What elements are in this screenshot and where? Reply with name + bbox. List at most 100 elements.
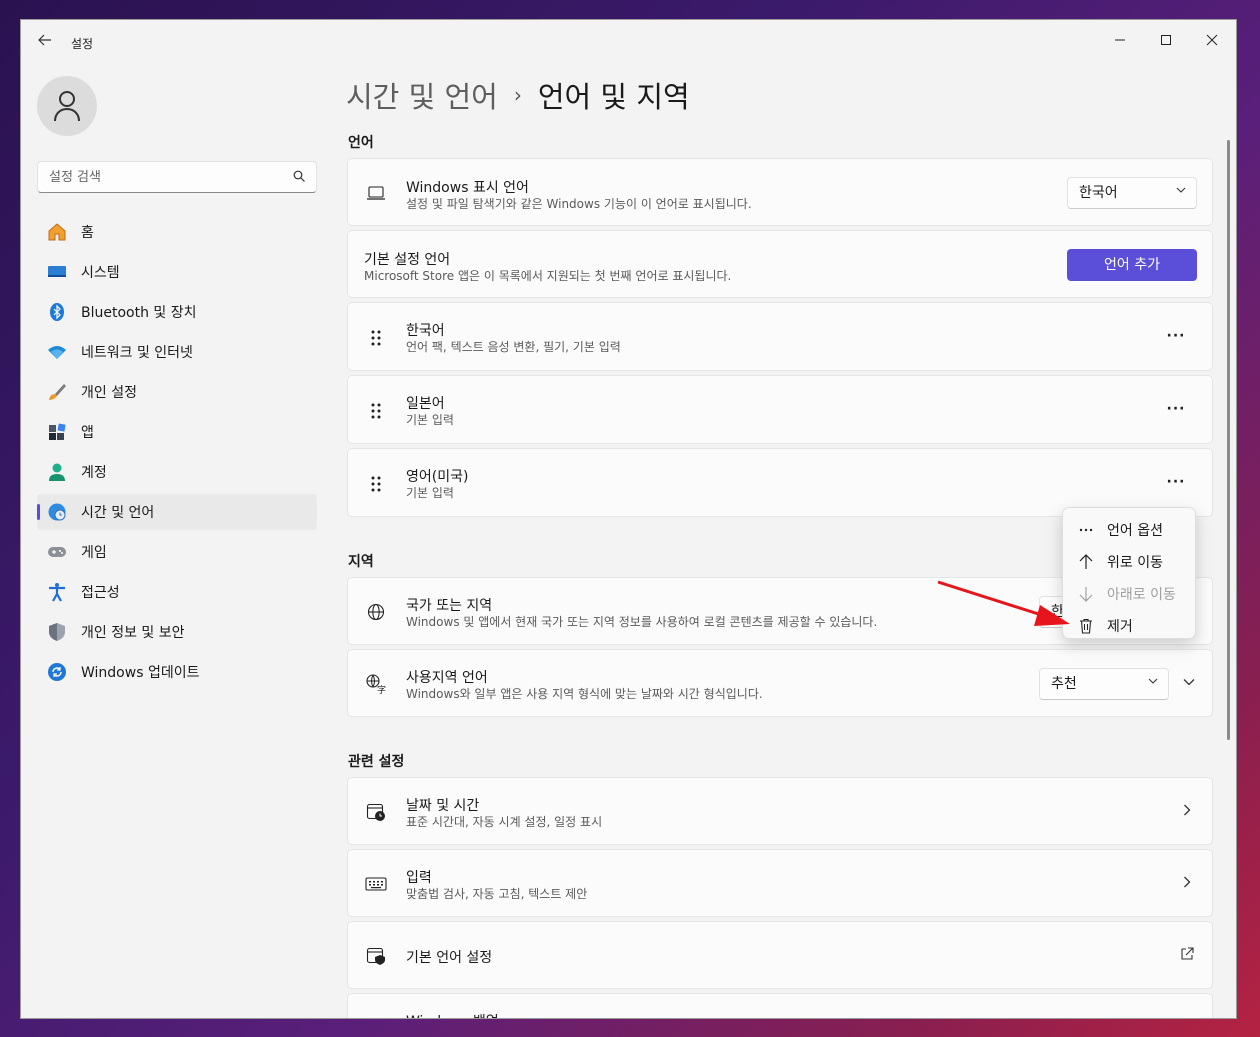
sidebar-item-privacy[interactable]: 개인 정보 및 보안 — [37, 614, 317, 650]
section-title-related: 관련 설정 — [348, 754, 405, 770]
drag-handle-icon[interactable] — [368, 474, 384, 494]
calendar-clock-icon — [365, 801, 387, 823]
chevron-right-icon — [1180, 802, 1194, 821]
more-options-button[interactable]: ··· — [1160, 321, 1192, 353]
search-input[interactable] — [38, 162, 288, 192]
menu-item-label: 위로 이동 — [1107, 555, 1163, 571]
breadcrumb-separator: › — [513, 83, 522, 107]
maximize-button[interactable] — [1146, 26, 1186, 56]
card-title: 국가 또는 지역 — [406, 598, 493, 614]
card-subtitle: 설정 및 파일 탐색기와 같은 Windows 기능이 이 언어로 표시됩니다. — [406, 197, 752, 211]
card-title: Windows 표시 언어 — [406, 180, 529, 196]
keyboard-icon — [365, 873, 387, 895]
language-item-japanese: 일본어 기본 입력 ··· — [347, 375, 1213, 444]
more-options-button[interactable]: ··· — [1160, 394, 1192, 426]
menu-item-remove[interactable]: 제거 — [1063, 610, 1195, 642]
more-icon — [1077, 521, 1095, 539]
sidebar-item-label: 네트워크 및 인터넷 — [81, 345, 193, 361]
card-subtitle: Windows와 일부 앱은 사용 지역 형식에 맞는 날짜와 시간 형식입니다… — [406, 687, 763, 701]
brush-icon — [47, 382, 67, 402]
sidebar-item-network[interactable]: 네트워크 및 인터넷 — [37, 334, 317, 370]
card-subtitle: Microsoft Store 앱은 이 목록에서 지원되는 첫 번째 언어로 … — [364, 269, 732, 283]
related-date-time[interactable]: 날짜 및 시간 표준 시간대, 자동 시계 설정, 일정 표시 — [347, 777, 1213, 845]
sidebar-item-accounts[interactable]: 계정 — [37, 454, 317, 490]
preferred-language-card: 기본 설정 언어 Microsoft Store 앱은 이 목록에서 지원되는 … — [347, 230, 1213, 298]
more-icon: ··· — [1166, 474, 1186, 490]
globe-clock-icon — [47, 502, 67, 522]
expand-chevron-icon[interactable] — [1182, 674, 1196, 693]
related-windows-backup[interactable]: Windows 백업 — [347, 993, 1213, 1018]
regional-format-card: 字 사용지역 언어 Windows와 일부 앱은 사용 지역 형식에 맞는 날짜… — [347, 649, 1213, 717]
language-features: 기본 입력 — [406, 486, 454, 500]
windows-display-language-card: Windows 표시 언어 설정 및 파일 탐색기와 같은 Windows 기능… — [347, 158, 1213, 226]
sidebar-item-label: 게임 — [81, 545, 107, 561]
external-link-icon — [1180, 946, 1194, 965]
breadcrumb-parent[interactable]: 시간 및 언어 — [346, 74, 498, 116]
related-typing[interactable]: 입력 맞춤법 검사, 자동 고침, 텍스트 제안 — [347, 849, 1213, 917]
back-arrow-icon — [38, 34, 51, 46]
title-bar: 설정 — [21, 20, 1236, 66]
sidebar-item-home[interactable]: 홈 — [37, 214, 317, 250]
maximize-icon — [1161, 35, 1171, 45]
globe-icon — [365, 601, 387, 623]
close-button[interactable] — [1192, 26, 1232, 56]
chevron-down-icon — [1176, 178, 1186, 208]
sidebar-item-windows-update[interactable]: Windows 업데이트 — [37, 654, 317, 690]
vertical-scrollbar[interactable] — [1227, 140, 1230, 740]
drag-handle-icon[interactable] — [368, 401, 384, 421]
card-subtitle: 표준 시간대, 자동 시계 설정, 일정 표시 — [406, 815, 603, 829]
language-name: 한국어 — [406, 323, 445, 339]
card-subtitle: Windows 및 앱에서 현재 국가 또는 지역 정보를 사용하여 로컬 콘텐… — [406, 615, 878, 629]
sidebar-item-system[interactable]: 시스템 — [37, 254, 317, 290]
menu-item-label: 언어 옵션 — [1107, 523, 1163, 539]
card-title: 입력 — [406, 870, 432, 886]
monitor-icon — [47, 262, 67, 282]
page-title: 언어 및 지역 — [537, 80, 690, 114]
related-administrative-language[interactable]: 기본 언어 설정 — [347, 921, 1213, 989]
sidebar-item-time-language[interactable]: 시간 및 언어 — [37, 494, 317, 530]
language-context-menu: 언어 옵션 위로 이동 아래로 이동 제거 — [1062, 507, 1196, 639]
sidebar-item-apps[interactable]: 앱 — [37, 414, 317, 450]
language-name: 영어(미국) — [406, 469, 469, 485]
chevron-right-icon — [1180, 874, 1194, 893]
menu-item-label: 제거 — [1107, 619, 1133, 635]
regional-format-dropdown[interactable]: 추천 — [1039, 668, 1169, 700]
language-features: 기본 입력 — [406, 413, 454, 427]
sidebar-item-label: Bluetooth 및 장치 — [81, 305, 197, 321]
home-icon — [47, 222, 67, 242]
back-button[interactable] — [35, 32, 55, 52]
sidebar-item-accessibility[interactable]: 접근성 — [37, 574, 317, 610]
sidebar-item-personalization[interactable]: 개인 설정 — [37, 374, 317, 410]
menu-item-language-options[interactable]: 언어 옵션 — [1063, 514, 1195, 546]
search-icon[interactable] — [293, 170, 306, 183]
menu-item-move-down: 아래로 이동 — [1063, 578, 1195, 610]
arrow-up-icon — [1077, 553, 1095, 571]
add-language-button[interactable]: 언어 추가 — [1067, 249, 1197, 281]
sidebar-item-label: 개인 설정 — [81, 385, 137, 401]
close-icon — [1206, 34, 1218, 46]
sidebar-item-label: 접근성 — [81, 585, 120, 601]
sidebar-item-gaming[interactable]: 게임 — [37, 534, 317, 570]
sidebar-item-bluetooth[interactable]: Bluetooth 및 장치 — [37, 294, 317, 330]
drag-handle-icon[interactable] — [368, 328, 384, 348]
admin-shield-icon — [365, 945, 387, 967]
user-avatar[interactable] — [37, 76, 97, 136]
language-features: 언어 팩, 텍스트 음성 변환, 필기, 기본 입력 — [406, 340, 621, 354]
more-icon: ··· — [1166, 328, 1186, 344]
laptop-icon — [365, 182, 387, 204]
minimize-button[interactable] — [1100, 26, 1140, 56]
app-title: 설정 — [71, 37, 94, 51]
dropdown-value: 한국어 — [1079, 185, 1118, 201]
bluetooth-icon — [47, 302, 67, 322]
language-item-korean: 한국어 언어 팩, 텍스트 음성 변환, 필기, 기본 입력 ··· — [347, 302, 1213, 371]
apps-icon — [47, 422, 67, 442]
display-language-dropdown[interactable]: 한국어 — [1067, 177, 1197, 209]
update-icon — [47, 662, 67, 682]
menu-item-move-up[interactable]: 위로 이동 — [1063, 546, 1195, 578]
trash-icon — [1077, 617, 1095, 635]
chevron-down-icon — [1148, 669, 1158, 699]
card-title: 사용지역 언어 — [406, 670, 488, 686]
card-title: 날짜 및 시간 — [406, 798, 480, 814]
more-options-button[interactable]: ··· — [1160, 467, 1192, 499]
card-title: 기본 설정 언어 — [364, 252, 451, 268]
